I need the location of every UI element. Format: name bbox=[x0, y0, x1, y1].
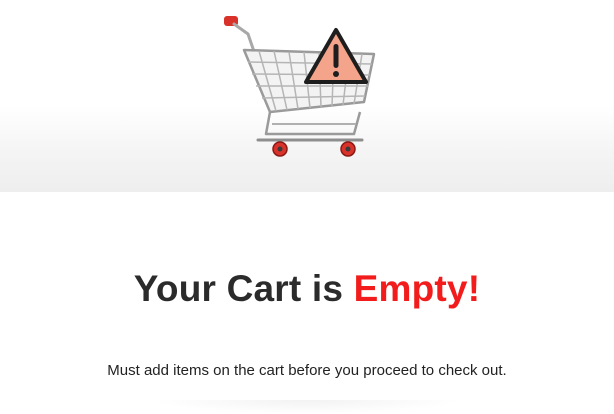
headline-accent: Empty! bbox=[353, 268, 481, 309]
shopping-cart-icon bbox=[224, 16, 376, 157]
page-title: Your Cart is Empty! bbox=[0, 268, 614, 310]
empty-cart-page: Your Cart is Empty! Must add items on th… bbox=[0, 0, 614, 414]
empty-cart-message: Must add items on the cart before you pr… bbox=[107, 362, 507, 379]
hero-banner bbox=[0, 0, 614, 192]
headline-prefix: Your Cart is bbox=[133, 268, 354, 309]
bottom-shadow bbox=[150, 400, 464, 414]
